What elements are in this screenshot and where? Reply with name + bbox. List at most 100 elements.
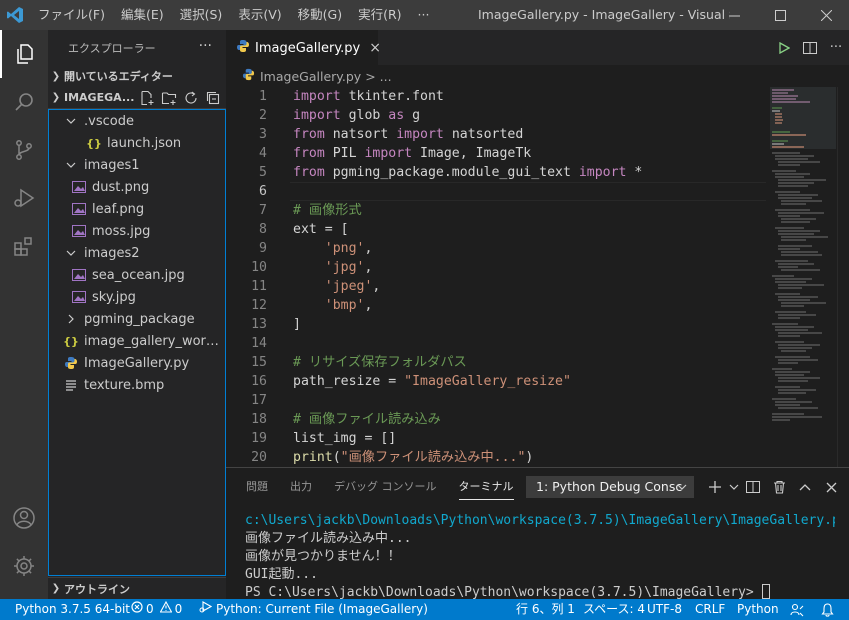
- tree-item-workspace-file[interactable]: {} image_gallery_workspa...: [49, 330, 225, 352]
- json-file-icon: {}: [86, 136, 102, 150]
- menu-file[interactable]: ファイル(F): [30, 0, 113, 30]
- code-line: 10 'jpg',: [251, 260, 373, 275]
- tree-item-imagegallery-py[interactable]: ImageGallery.py: [49, 352, 225, 374]
- error-count: 0: [146, 602, 154, 616]
- status-problems[interactable]: 0 0: [131, 599, 182, 620]
- tree-item-sea-ocean-jpg[interactable]: sea_ocean.jpg: [49, 264, 225, 286]
- refresh-icon[interactable]: [182, 90, 200, 106]
- new-terminal-icon[interactable]: [702, 480, 728, 494]
- menu-go[interactable]: 移動(G): [290, 0, 350, 30]
- tree-item-texture-bmp[interactable]: texture.bmp: [49, 374, 225, 396]
- status-language[interactable]: Python: [737, 599, 779, 620]
- collapse-all-icon[interactable]: [204, 90, 222, 106]
- terminal-output[interactable]: c:\Users\jackb\Downloads\Python\workspac…: [245, 512, 835, 602]
- tab-problems[interactable]: 問題: [246, 468, 268, 506]
- menu-more[interactable]: ···: [410, 0, 438, 30]
- code-line: 18 # 画像ファイル読み込み: [251, 412, 441, 427]
- breadcrumb-more[interactable]: > ...: [365, 69, 391, 84]
- code-line: 2 import glob as g: [259, 108, 421, 123]
- account-icon[interactable]: [0, 494, 48, 542]
- tab-terminal[interactable]: ターミナル: [458, 468, 514, 506]
- open-editors-section[interactable]: ❯ 開いているエディター: [48, 65, 226, 87]
- window-title: ImageGallery.py - ImageGallery - Visual …: [478, 7, 730, 22]
- split-terminal-icon[interactable]: [740, 480, 766, 494]
- tree-item-launch-json[interactable]: {} launch.json: [49, 132, 225, 154]
- tab-imagegallery-py[interactable]: ImageGallery.py ×: [226, 30, 381, 65]
- tab-output[interactable]: 出力: [290, 468, 312, 506]
- tree-item-dust-png[interactable]: dust.png: [49, 176, 225, 198]
- tree-item-pgming-package[interactable]: pgming_package: [49, 308, 225, 330]
- menu-run[interactable]: 実行(R): [350, 0, 409, 30]
- minimap[interactable]: [770, 87, 836, 467]
- code-editor[interactable]: 1 import tkinter.font 2 import glob as g 3…: [226, 87, 766, 467]
- tab-label: ImageGallery.py: [255, 40, 361, 56]
- tree-item-images1[interactable]: images1: [49, 154, 225, 176]
- python-file-icon: [236, 39, 250, 57]
- chevron-down-icon[interactable]: [728, 482, 740, 492]
- status-python-interpreter[interactable]: Python 3.7.5 64-bit: [15, 599, 130, 620]
- tree-item-vscode[interactable]: .vscode: [49, 110, 225, 132]
- image-file-icon: [71, 267, 87, 283]
- code-line: 15 # リサイズ保存フォルダパス: [251, 355, 467, 370]
- trash-icon[interactable]: [766, 480, 792, 494]
- chevron-right-icon: ❯: [51, 583, 61, 594]
- breadcrumb-file[interactable]: ImageGallery.py: [260, 69, 361, 84]
- outline-section[interactable]: ❯ アウトライン: [48, 577, 226, 599]
- close-window-button[interactable]: [803, 0, 849, 30]
- chevron-right-icon: [63, 311, 79, 327]
- menu-view[interactable]: 表示(V): [230, 0, 289, 30]
- code-line: 12 'bmp',: [251, 298, 373, 313]
- editor-more-icon[interactable]: ···: [823, 40, 849, 55]
- code-line: 1 import tkinter.font: [259, 89, 444, 104]
- status-debug-config[interactable]: Python: Current File (ImageGallery): [199, 599, 428, 620]
- maximize-panel-icon[interactable]: [792, 482, 818, 492]
- tab-debug-console[interactable]: デバッグ コンソール: [334, 468, 437, 506]
- chevron-down-icon: [63, 113, 79, 129]
- status-eol[interactable]: CRLF: [695, 599, 725, 620]
- terminal-select[interactable]: 1: Python Debug Consc: [526, 476, 694, 498]
- tree-item-moss-jpg[interactable]: moss.jpg: [49, 220, 225, 242]
- menu-selection[interactable]: 選択(S): [172, 0, 231, 30]
- code-line: 3 from natsort import natsorted: [259, 127, 524, 142]
- status-encoding[interactable]: UTF-8: [647, 599, 682, 620]
- run-debug-activity-icon[interactable]: [0, 174, 48, 222]
- maximize-button[interactable]: [757, 0, 803, 30]
- close-panel-icon[interactable]: [818, 482, 844, 493]
- explorer-title: エクスプローラー: [68, 41, 156, 55]
- search-activity-icon[interactable]: [0, 78, 48, 126]
- code-line: 13]: [251, 317, 301, 332]
- code-line: 14: [251, 336, 267, 351]
- workspace-folder-header[interactable]: ❯ IMAGEGA...: [48, 87, 226, 109]
- menu-edit[interactable]: 編集(E): [113, 0, 172, 30]
- code-line: 19 list_img = []: [251, 431, 397, 446]
- code-line-current: 6: [226, 182, 766, 201]
- new-folder-icon[interactable]: [160, 90, 178, 106]
- minimize-button[interactable]: [711, 0, 757, 30]
- tree-item-sky-jpg[interactable]: sky.jpg: [49, 286, 225, 308]
- editor-area: ImageGallery.py × ··· ImageGallery.py > …: [226, 30, 849, 467]
- explorer-more-button[interactable]: ···: [199, 38, 212, 54]
- code-line: 7 # 画像形式: [259, 203, 362, 218]
- file-tree: .vscode {} launch.json images1 dust.png …: [48, 109, 226, 576]
- settings-gear-icon[interactable]: [0, 542, 48, 590]
- feedback-icon[interactable]: [790, 599, 804, 620]
- image-file-icon: [71, 179, 87, 195]
- editor-vertical-scrollbar[interactable]: [837, 87, 849, 467]
- explorer-activity-icon[interactable]: [0, 30, 48, 78]
- tab-close-icon[interactable]: ×: [369, 40, 381, 56]
- source-control-activity-icon[interactable]: [0, 126, 48, 174]
- status-indentation[interactable]: スペース: 4: [583, 599, 645, 620]
- code-line: 9 'png',: [259, 241, 373, 256]
- split-editor-icon[interactable]: [797, 41, 823, 55]
- tree-item-leaf-png[interactable]: leaf.png: [49, 198, 225, 220]
- menu-bar: ファイル(F) 編集(E) 選択(S) 表示(V) 移動(G) 実行(R) ··…: [30, 0, 437, 30]
- status-cursor-position[interactable]: 行 6、列 1: [516, 599, 575, 620]
- new-file-icon[interactable]: [138, 90, 156, 106]
- notifications-bell-icon[interactable]: [821, 599, 834, 620]
- tree-item-images2[interactable]: images2: [49, 242, 225, 264]
- breadcrumb: ImageGallery.py > ...: [226, 65, 849, 87]
- extensions-activity-icon[interactable]: [0, 222, 48, 270]
- code-line: 17: [251, 393, 267, 408]
- editor-actions: ···: [771, 30, 849, 65]
- run-file-icon[interactable]: [771, 41, 797, 54]
